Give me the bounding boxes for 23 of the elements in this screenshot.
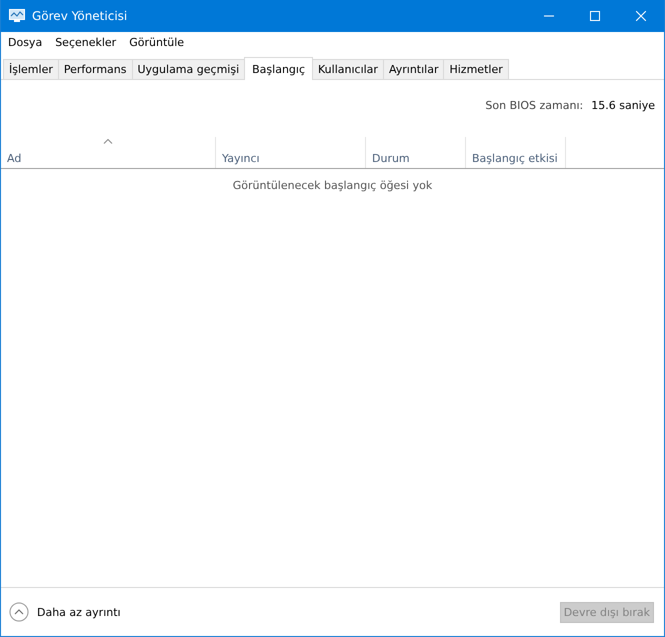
empty-message: Görüntülenecek başlangıç öğesi yok	[232, 179, 434, 192]
column-header[interactable]: Yayıncı	[216, 137, 366, 168]
tab[interactable]: Uygulama geçmişi	[132, 59, 246, 79]
bios-time-value: 15.6 saniye	[591, 99, 655, 114]
tab[interactable]: Ayrıntılar	[382, 59, 444, 79]
monitor-icon	[9, 9, 25, 23]
window-title: Görev Yöneticisi	[32, 9, 128, 23]
column-header[interactable]: Ad	[1, 137, 216, 168]
bios-time-label: Son BIOS zamanı:	[485, 99, 584, 114]
menu-item[interactable]: Görüntüle	[125, 36, 188, 48]
column-header[interactable]: Başlangıç etkisi	[466, 137, 566, 168]
column-header[interactable]: Durum	[366, 137, 466, 168]
tab[interactable]: Hizmetler	[443, 59, 509, 79]
menu-item[interactable]: Seçenekler	[51, 36, 120, 48]
tab[interactable]: Kullanıcılar	[312, 59, 384, 79]
menu-item[interactable]: Dosya	[4, 36, 46, 48]
maximize-icon[interactable]	[590, 11, 600, 21]
fewer-details-link[interactable]: Daha az ayrıntı	[9, 602, 121, 622]
collapse-icon	[9, 602, 29, 622]
tab[interactable]: İşlemler	[3, 59, 59, 79]
tab[interactable]: Başlangıç	[244, 57, 313, 80]
close-icon[interactable]	[636, 11, 646, 21]
tab[interactable]: Performans	[58, 59, 132, 79]
